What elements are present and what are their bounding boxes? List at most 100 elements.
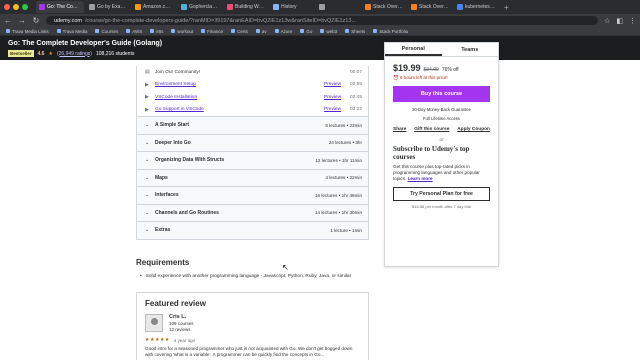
requirement-item: • Solid experience with another programm… xyxy=(140,274,351,279)
tab-title: Go by Example: Func xyxy=(97,4,127,10)
browser-tab[interactable]: kubernetes - Google xyxy=(454,1,498,13)
tab-personal[interactable]: Personal xyxy=(385,43,442,56)
tab-title: Stack Overflow Devel xyxy=(373,4,403,10)
section-title: Deeper Into Go xyxy=(155,139,191,146)
favicon-icon xyxy=(457,4,463,10)
review-text: Good intro for a seasoned programmer who… xyxy=(145,346,353,357)
bookmark-item[interactable]: Azure xyxy=(274,29,292,34)
tab-title: Amazon.com: Go Pro xyxy=(143,4,173,10)
menu-icon[interactable]: ⋮ xyxy=(629,17,636,25)
lecture-duration: 00:07 xyxy=(349,69,362,75)
new-tab-icon[interactable]: + xyxy=(504,3,509,12)
bookmark-label: Stack Portfolio xyxy=(379,28,409,34)
chevron-down-icon: ⌄ xyxy=(145,174,150,181)
star-bookmark-icon[interactable]: ☆ xyxy=(604,17,610,25)
bookmark-item[interactable]: workout xyxy=(171,29,193,34)
bookmark-item[interactable]: Certs xyxy=(231,29,248,34)
lecture-row[interactable]: ▶ VSCode Installation Preview 02:45 xyxy=(137,91,368,104)
section-info: 24 lectures • 3hr xyxy=(328,140,362,146)
bookmark-label: web3 xyxy=(326,28,338,34)
bookmark-item[interactable]: k8s xyxy=(150,29,163,34)
bookmark-item[interactable]: Finance xyxy=(201,29,223,34)
favicon-icon xyxy=(273,4,279,10)
lecture-title[interactable]: Go Support in VSCode xyxy=(155,107,320,112)
lecture-title[interactable]: Environment Setup xyxy=(155,82,320,87)
featured-review-heading: Featured review xyxy=(145,299,206,308)
lecture-row[interactable]: ▶ Environment Setup Preview 02:55 xyxy=(137,79,368,92)
bookmark-item[interactable]: web3 xyxy=(320,29,337,34)
curriculum-section[interactable]: ⌄ A Simple Start 6 lectures • 23min xyxy=(137,116,368,134)
curriculum-section[interactable]: ⌄ Interfaces 16 lectures • 1hr 46min xyxy=(137,186,368,204)
browser-tab[interactable]: Go by Example: Func xyxy=(86,1,130,13)
reload-icon[interactable]: ↻ xyxy=(32,16,40,25)
address-bar[interactable]: udemy.com/course/go-the-complete-develop… xyxy=(46,16,599,25)
minimize-window-button[interactable] xyxy=(13,4,19,10)
browser-tab[interactable]: Stack Overflow Devel xyxy=(362,1,406,13)
preview-link[interactable]: Preview xyxy=(324,82,344,87)
folder-icon xyxy=(373,29,378,33)
section-title: Channels and Go Routines xyxy=(155,209,219,216)
bookmark-label: Sheets xyxy=(351,28,366,34)
curriculum-section[interactable]: ⌄ Channels and Go Routines 14 lectures • 1… xyxy=(137,203,368,221)
section-title: Extras xyxy=(155,227,171,234)
bookmark-label: Go xyxy=(306,28,313,34)
discount-percent: 76% off xyxy=(441,67,459,73)
sale-timer-text: 6 hours left at this price! xyxy=(399,75,448,80)
favicon-icon xyxy=(319,4,325,10)
bookmark-item[interactable]: Stack Portfolio xyxy=(373,29,408,34)
preview-link[interactable]: Preview xyxy=(324,107,344,112)
browser-tab[interactable]: Amazon.com: Go Pro xyxy=(132,1,176,13)
bookmark-item[interactable]: Courses xyxy=(95,29,118,34)
browser-tab[interactable] xyxy=(316,1,360,13)
bookmark-item[interactable]: Sheets xyxy=(345,29,365,34)
lecture-row[interactable]: ▶ Go Support in VSCode Preview 03:22 xyxy=(137,104,368,117)
course-title: Go: The Complete Developer's Guide (Gola… xyxy=(8,40,163,47)
curriculum-section[interactable]: ⌄ Extras 1 lecture • 1min xyxy=(137,221,368,239)
curriculum-section[interactable]: ⌄ Organizing Data With Structs 12 lectures… xyxy=(137,151,368,169)
browser-tab[interactable]: History xyxy=(270,1,314,13)
tab-teams[interactable]: Teams xyxy=(442,43,499,56)
browser-tab[interactable]: Building Web Applic xyxy=(224,1,268,13)
bookmark-item[interactable]: av xyxy=(255,28,267,34)
apply-coupon-button[interactable]: Apply Coupon xyxy=(457,127,490,132)
price-row: $19.99 $84.99 76% off xyxy=(393,63,490,73)
curriculum-section[interactable]: ⌄ Deeper Into Go 24 lectures • 3hr xyxy=(137,133,368,151)
maximize-window-button[interactable] xyxy=(22,4,28,10)
preview-link[interactable]: Preview xyxy=(324,95,344,100)
browser-tab[interactable]: Stack Overflow Devel xyxy=(408,1,452,13)
reviewer-reviews: 12 reviews xyxy=(169,327,191,332)
tab-title: Gopherclass - Codin xyxy=(189,4,219,10)
forward-icon[interactable]: → xyxy=(18,16,26,25)
udemy-course-page: Go: The Complete Developer's Guide (Gola… xyxy=(0,36,640,360)
course-curriculum: ▤ Join Our Community! 00:07 ▶ Environment Se… xyxy=(136,66,369,240)
curriculum-section[interactable]: ⌄ Maps 4 lectures • 22min xyxy=(137,168,368,186)
browser-toolbar: ← → ↻ udemy.com/course/go-the-complete-d… xyxy=(0,14,640,27)
gift-button[interactable]: Gift this course xyxy=(414,127,449,132)
extensions-icon[interactable]: ◧ xyxy=(616,17,623,25)
lecture-title[interactable]: VSCode Installation xyxy=(155,95,320,100)
back-icon[interactable]: ← xyxy=(4,16,12,25)
avatar xyxy=(145,314,163,332)
review-date: a year ago xyxy=(173,337,196,343)
students-count: 108,216 students xyxy=(95,50,135,57)
section-info: 16 lectures • 1hr 46min xyxy=(314,192,362,198)
close-window-button[interactable] xyxy=(4,4,10,10)
bookmark-item[interactable]: Trava Media Links xyxy=(6,29,49,34)
ratings-link[interactable]: (26,949 ratings) xyxy=(57,51,92,57)
bookmark-item[interactable]: AWS xyxy=(126,29,142,34)
browser-tab[interactable]: Go: The Complete Dev xyxy=(36,1,84,13)
learn-more-link[interactable]: Learn more xyxy=(408,176,433,181)
bookmark-label: k8s xyxy=(156,28,164,34)
chevron-down-icon: ⌄ xyxy=(145,157,150,164)
requirements-heading: Requirements xyxy=(136,258,190,267)
try-personal-plan-button[interactable]: Try Personal Plan for free xyxy=(393,187,490,201)
folder-icon xyxy=(56,29,61,33)
share-button[interactable]: Share xyxy=(393,127,406,132)
bookmark-item[interactable]: Trava Media xyxy=(56,29,87,34)
chevron-down-icon: ⌄ xyxy=(145,139,150,146)
alarm-clock-icon: ⏰ xyxy=(393,75,399,80)
bookmark-item[interactable]: Go xyxy=(300,29,312,34)
buy-button[interactable]: Buy this course xyxy=(393,86,490,102)
browser-tab[interactable]: Gopherclass - Codin xyxy=(178,1,222,13)
bookmark-label: av xyxy=(261,28,267,34)
